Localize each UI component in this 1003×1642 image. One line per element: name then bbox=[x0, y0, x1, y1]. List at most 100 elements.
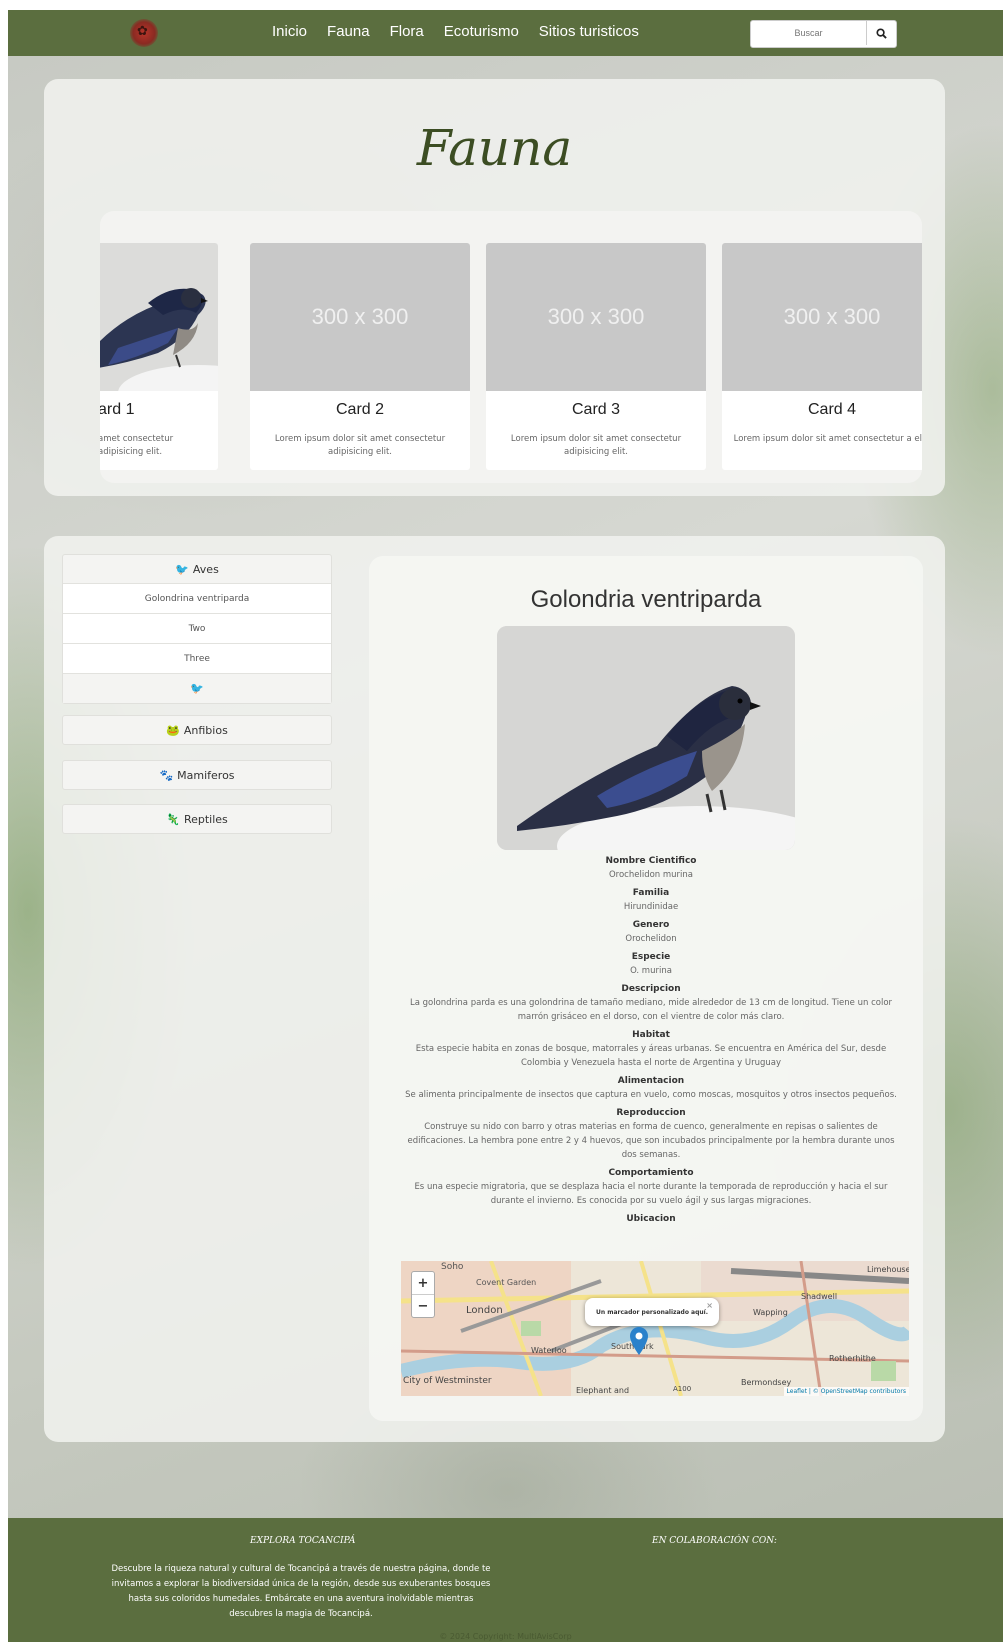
bird-logo-icon: ✿ bbox=[137, 24, 148, 39]
card-title: Card 2 bbox=[335, 401, 385, 418]
fact-value: La golondrina parda es una golondrina de… bbox=[409, 998, 893, 1022]
bird-icon: 🐦 bbox=[175, 562, 189, 576]
location-map[interactable]: Soho Covent Garden London Waterloo South… bbox=[401, 1261, 909, 1396]
species-image bbox=[497, 626, 795, 850]
fact-value: Hirundinidae bbox=[623, 902, 679, 912]
nav-links: Inicio Fauna Flora Ecoturismo Sitios tur… bbox=[272, 23, 639, 40]
fact-value: Construye su nido con barro y otras mate… bbox=[407, 1122, 895, 1160]
carousel-card-3[interactable]: 300 x 300 Card 3 Lorem ipsum dolor sit a… bbox=[486, 243, 706, 470]
map-marker-icon[interactable] bbox=[630, 1327, 648, 1355]
fact-label: Comportamiento bbox=[608, 1168, 694, 1178]
fact-habitat: Habitat Esta especie habita en zonas de b… bbox=[399, 1029, 903, 1070]
fact-alimentacion: Alimentacion Se alimenta principalmente d… bbox=[399, 1075, 903, 1102]
map-popup: Un marcador personalizado aquí. × bbox=[585, 1298, 719, 1326]
sidebar-item-three[interactable]: Three bbox=[63, 643, 331, 673]
hero-panel: Fauna ard 1 amet consectetur adipisicing… bbox=[44, 79, 945, 496]
fact-especie: Especie O. murina bbox=[399, 951, 903, 978]
accordion-label: Mamiferos bbox=[177, 768, 235, 782]
map-place-label: London bbox=[466, 1305, 503, 1316]
fact-value: Esta especie habita en zonas de bosque, … bbox=[415, 1044, 887, 1068]
map-place-label: Waterloo bbox=[531, 1346, 567, 1355]
accordion-reptiles: 🦎 Reptiles bbox=[62, 804, 332, 834]
map-zoom-control: + − bbox=[411, 1271, 435, 1318]
footer-explore-title: EXPLORA TOCANCIPÁ bbox=[250, 1536, 356, 1546]
fact-label: Ubicacion bbox=[626, 1214, 676, 1224]
carousel-card-2[interactable]: 300 x 300 Card 2 Lorem ipsum dolor sit a… bbox=[250, 243, 470, 470]
content-panel: 🐦 Aves Golondrina ventriparda Two Three 🐦… bbox=[44, 536, 945, 1442]
fact-label: Nombre Cientifico bbox=[605, 856, 697, 866]
swallow-image bbox=[100, 288, 218, 391]
fact-familia: Familia Hirundinidae bbox=[399, 887, 903, 914]
species-detail-card: Golondria ventriparda Nombre Cientifico … bbox=[369, 556, 923, 1421]
search-button[interactable] bbox=[867, 21, 896, 45]
fact-label: Especie bbox=[631, 952, 671, 962]
nav-link-fauna[interactable]: Fauna bbox=[327, 23, 370, 40]
card-image-placeholder: 300 x 300 bbox=[486, 243, 706, 391]
accordion-mamiferos: 🐾 Mamiferos bbox=[62, 760, 332, 790]
map-place-label: Soho bbox=[441, 1262, 464, 1272]
card-text: Lorem ipsum dolor sit amet consectetur a… bbox=[510, 434, 682, 457]
nav-link-ecoturismo[interactable]: Ecoturismo bbox=[444, 23, 519, 40]
fact-label: Genero bbox=[632, 920, 670, 930]
accordion-label: Anfibios bbox=[183, 723, 228, 737]
footer-explore-text: Descubre la riqueza natural y cultural d… bbox=[111, 1564, 491, 1619]
page-title: Fauna bbox=[416, 119, 573, 177]
map-place-label: Rotherhithe bbox=[829, 1354, 876, 1363]
fact-genero: Genero Orochelidon bbox=[399, 919, 903, 946]
carousel-card-4[interactable]: 300 x 300 Card 4 Lorem ipsum dolor sit a… bbox=[722, 243, 922, 470]
reptile-icon: 🦎 bbox=[166, 812, 180, 826]
map-tiles: Soho Covent Garden London Waterloo South… bbox=[401, 1261, 909, 1396]
map-place-label: City of Westminster bbox=[403, 1376, 492, 1386]
card-text: amet consectetur adipisicing elit. bbox=[100, 434, 174, 457]
sidebar-item-two[interactable]: Two bbox=[63, 613, 331, 643]
fact-value: Es una especie migratoria, que se despla… bbox=[414, 1182, 888, 1206]
card-title: Card 4 bbox=[807, 401, 857, 418]
zoom-out-button[interactable]: − bbox=[412, 1294, 434, 1317]
accordion-aves: 🐦 Aves Golondrina ventriparda Two Three 🐦 bbox=[62, 554, 332, 704]
accordion-header-anfibios[interactable]: 🐸 Anfibios bbox=[63, 716, 331, 744]
fact-descripcion: Descripcion La golondrina parda es una go… bbox=[399, 983, 903, 1024]
map-place-label: Bermondsey bbox=[741, 1378, 791, 1387]
accordion-header-aves[interactable]: 🐦 Aves bbox=[63, 555, 331, 583]
search-bar bbox=[750, 20, 897, 48]
logo[interactable]: ✿ bbox=[130, 19, 158, 47]
page-background: ✿ Inicio Fauna Flora Ecoturismo Sitios t… bbox=[8, 10, 1003, 1642]
accordion-anfibios: 🐸 Anfibios bbox=[62, 715, 332, 745]
carousel-card-1[interactable]: ard 1 amet consectetur adipisicing elit. bbox=[100, 243, 218, 470]
mammal-icon: 🐾 bbox=[159, 768, 174, 782]
map-place-label: Elephant and bbox=[576, 1386, 629, 1395]
accordion-header-mamiferos[interactable]: 🐾 Mamiferos bbox=[63, 761, 331, 789]
card-image-placeholder: 300 x 300 bbox=[722, 243, 922, 391]
navbar: ✿ Inicio Fauna Flora Ecoturismo Sitios t… bbox=[8, 10, 1003, 56]
fact-nombre-cientifico: Nombre Cientifico Orochelidon murina bbox=[399, 855, 903, 882]
nav-link-sitios-turisticos[interactable]: Sitios turisticos bbox=[539, 23, 639, 40]
map-place-label: Wapping bbox=[753, 1308, 788, 1317]
fact-value: Orochelidon murina bbox=[608, 870, 694, 880]
zoom-in-button[interactable]: + bbox=[412, 1272, 434, 1294]
fact-comportamiento: Comportamiento Es una especie migratoria,… bbox=[399, 1167, 903, 1208]
card-image bbox=[100, 243, 218, 391]
frog-icon: 🐸 bbox=[166, 723, 180, 737]
card-carousel[interactable]: ard 1 amet consectetur adipisicing elit.… bbox=[100, 211, 922, 483]
close-icon[interactable]: × bbox=[706, 1301, 713, 1310]
nav-link-inicio[interactable]: Inicio bbox=[272, 23, 307, 40]
map-attribution: Leaflet | © OpenStreetMap contributors bbox=[783, 1387, 909, 1396]
map-place-label: Covent Garden bbox=[476, 1278, 536, 1287]
nav-link-flora[interactable]: Flora bbox=[390, 23, 424, 40]
card-title: Card 3 bbox=[571, 401, 621, 418]
footer-copyright: © 2024 Copyright: MultiAvisCorp bbox=[439, 1632, 572, 1641]
fact-reproduccion: Reproduccion Construye su nido con barro … bbox=[399, 1107, 903, 1162]
accordion-collapse-toggle[interactable]: 🐦 bbox=[63, 673, 331, 703]
map-place-label: Limehouse bbox=[867, 1265, 909, 1274]
search-input[interactable] bbox=[751, 21, 867, 45]
bird-icon: 🐦 bbox=[190, 682, 204, 695]
sidebar-item-golondrina[interactable]: Golondrina ventriparda bbox=[63, 583, 331, 613]
map-place-label: Shadwell bbox=[801, 1292, 837, 1301]
accordion-label: Reptiles bbox=[183, 812, 228, 826]
fact-label: Familia bbox=[632, 888, 670, 898]
species-facts: Nombre Cientifico Orochelidon murina Fami… bbox=[399, 855, 903, 1231]
swallow-photo bbox=[497, 626, 795, 850]
accordion-header-reptiles[interactable]: 🦎 Reptiles bbox=[63, 805, 331, 833]
species-title: Golondria ventriparda bbox=[530, 586, 762, 613]
fact-label: Descripcion bbox=[621, 984, 681, 994]
